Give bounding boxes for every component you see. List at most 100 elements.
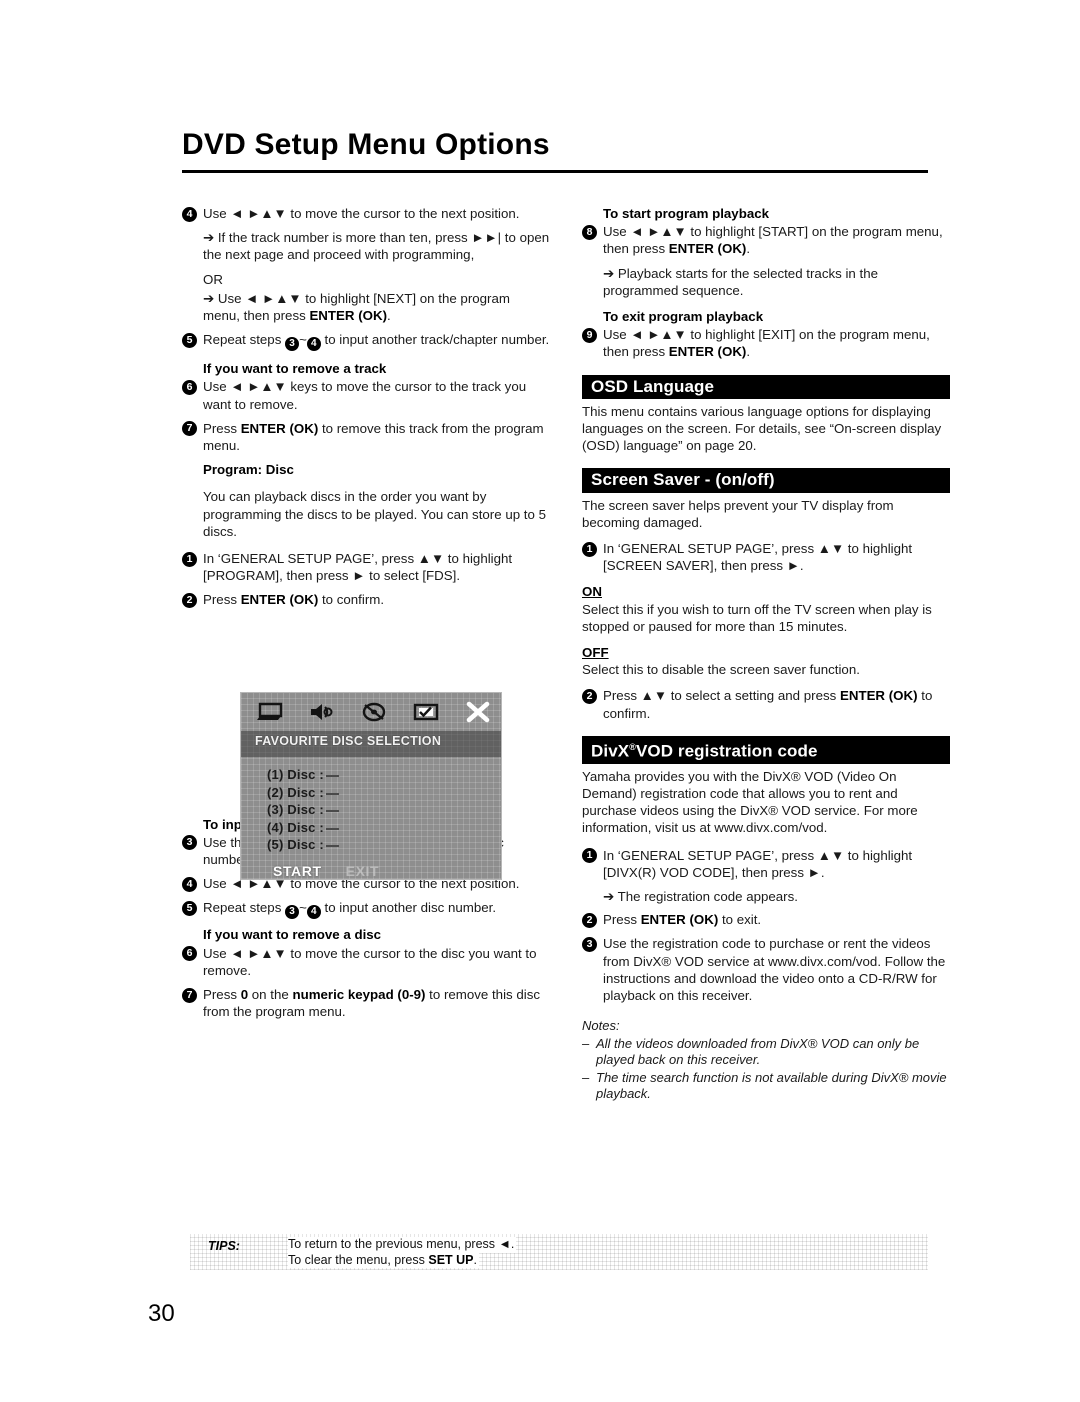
note-item: – The time search function is not availa…	[582, 1070, 950, 1103]
manual-page: DVD Setup Menu Options 4 Use ◄ ►▲▼ to mo…	[0, 0, 1080, 1402]
osd-value-blank	[325, 775, 339, 777]
note-dash: –	[582, 1035, 590, 1051]
osd-value-blank	[325, 845, 339, 847]
arrow-note-period: .	[387, 308, 391, 324]
step-bullet: 5	[182, 332, 197, 348]
option-off-body: Select this to disable the screen saver …	[582, 662, 860, 678]
step-text: Repeat steps	[203, 900, 286, 916]
step-text: Press	[203, 420, 241, 436]
osd-start-button[interactable]: START	[273, 863, 322, 879]
option-on-body: Select this if you wish to turn off the …	[582, 601, 932, 634]
enter-ok-keyword: ENTER (OK)	[240, 592, 319, 608]
page-title: DVD Setup Menu Options	[182, 128, 550, 161]
step-2-screen-saver-confirm: 2 Press ▲▼ to select a setting and press…	[582, 687, 950, 721]
step-4-arrow-1: ➔ If the track number is more than ten, …	[182, 229, 550, 263]
step-6-move-to-disc: 6 Use ◄ ►▲▼ to move the cursor to the di…	[182, 945, 550, 979]
section-body-divx-vod: Yamaha provides you with the DivX® VOD (…	[582, 768, 918, 836]
step-text: Press	[203, 987, 241, 1003]
osd-list-item[interactable]: (4) Disc :	[267, 819, 501, 837]
enter-ok-keyword: ENTER (OK)	[668, 241, 747, 257]
step-text: In ‘GENERAL SETUP PAGE’, press ▲▼ to hig…	[603, 541, 913, 574]
program-disc-body: You can playback discs in the order you …	[203, 489, 546, 539]
step-bullet: 7	[182, 421, 197, 437]
step-text: Repeat steps	[203, 332, 286, 348]
step-7-remove-track: 7 Press ENTER (OK) to remove this track …	[182, 420, 550, 454]
page-number: 30	[148, 1300, 175, 1327]
step-ref-bullet: 3	[285, 905, 300, 920]
note-text: The time search function is not availabl…	[596, 1069, 947, 1102]
osd-list-item[interactable]: (2) Disc :	[267, 784, 501, 802]
step-bullet: 7	[182, 987, 197, 1003]
option-on-label: ON	[582, 583, 950, 600]
step-1-general-setup-program: 1 In ‘GENERAL SETUP PAGE’, press ▲▼ to h…	[182, 550, 550, 584]
registered-mark-icon: ®	[629, 741, 636, 752]
step-text: Use ◄ ►▲▼ to move the cursor to the disc…	[203, 945, 537, 978]
tips-line-2: To clear the menu, press SET UP.	[288, 1252, 479, 1268]
heading-remove-disc: If you want to remove a disc	[203, 927, 382, 943]
step-bullet: 4	[182, 206, 197, 222]
osd-icon-bar	[241, 693, 501, 731]
heading-remove-track: If you want to remove a track	[203, 361, 387, 377]
step-text: Use ◄ ►▲▼ to highlight [EXIT] on the pro…	[603, 327, 930, 360]
osd-list-item[interactable]: (5) Disc :	[267, 836, 501, 854]
step-bullet: 6	[182, 946, 197, 962]
osd-disc-list: (1) Disc : (2) Disc : (3) Disc : (4) Dis…	[241, 757, 501, 854]
step-text: Use ◄ ►▲▼ keys to move the cursor to the…	[203, 379, 527, 412]
osd-list-item[interactable]: (3) Disc :	[267, 801, 501, 819]
osd-title: FAVOURITE DISC SELECTION	[241, 731, 501, 757]
option-on-text: ON	[582, 584, 602, 600]
zero-key-keyword: 0	[240, 987, 249, 1003]
step-6-move-to-track: 6 Use ◄ ►▲▼ keys to move the cursor to t…	[182, 378, 550, 412]
step-8-start-playback: 8 Use ◄ ►▲▼ to highlight [START] on the …	[582, 223, 950, 257]
right-column: To start program playback 8 Use ◄ ►▲▼ to…	[582, 205, 950, 1103]
notes-label: Notes:	[582, 1018, 620, 1034]
enter-ok-keyword: ENTER (OK)	[309, 308, 387, 324]
osd-list-item-label: (1) Disc :	[267, 767, 324, 782]
step-bullet: 4	[182, 876, 197, 892]
exit-cross-icon	[463, 700, 493, 724]
step-text: Press ▲▼ to select a setting and press	[603, 688, 840, 704]
arrow-note-text: ➔ If the track number is more than ten, …	[203, 230, 550, 263]
divx-header-pre: DivX	[591, 741, 630, 761]
osd-value-blank	[325, 810, 339, 812]
divx-header-post: VOD registration code	[635, 741, 818, 761]
step-bullet: 3	[182, 835, 197, 851]
preference-checkbox-icon	[411, 700, 441, 724]
osd-exit-button[interactable]: EXIT	[346, 863, 380, 879]
step-bullet: 8	[582, 224, 597, 240]
section-header-divx-vod: DivX®VOD registration code	[582, 735, 950, 764]
step-bullet: 9	[582, 327, 597, 343]
tips-lines: To return to the previous menu, press ◄.…	[288, 1237, 517, 1268]
tips-label: TIPS:	[208, 1239, 240, 1253]
tips-line-2-pre: To clear the menu, press	[288, 1252, 429, 1267]
note-item: – All the videos downloaded from DivX® V…	[582, 1036, 950, 1069]
step-1-divx-setup: 1 In ‘GENERAL SETUP PAGE’, press ▲▼ to h…	[582, 847, 950, 881]
step-bullet: 1	[182, 551, 197, 567]
step-text-mid: on the	[248, 987, 293, 1003]
enter-keyword: ENTER	[839, 688, 886, 704]
numeric-keypad-keyword: numeric keypad (0-9)	[292, 987, 426, 1003]
setup-keyword: SET UP	[428, 1252, 474, 1267]
step-text: Use the registration code to purchase or…	[603, 936, 946, 1003]
tips-footer: TIPS: To return to the previous menu, pr…	[190, 1234, 928, 1270]
osd-value-blank	[325, 827, 339, 830]
step-1-screen-saver-setup: 1 In ‘GENERAL SETUP PAGE’, press ▲▼ to h…	[582, 540, 950, 574]
step-text: Use ◄ ►▲▼ to highlight [START] on the pr…	[603, 224, 943, 257]
step-bullet: 2	[582, 912, 597, 928]
step-4-arrow-2: ➔ Use ◄ ►▲▼ to highlight [NEXT] on the p…	[182, 290, 550, 324]
step-text-post: .	[746, 241, 751, 257]
step-9-exit-playback: 9 Use ◄ ►▲▼ to highlight [EXIT] on the p…	[582, 326, 950, 360]
tips-line-2-post: .	[473, 1252, 477, 1267]
heading-exit-program-playback: To exit program playback	[603, 309, 764, 325]
step-ref-tilde: ~	[299, 332, 307, 348]
step-text-post: to confirm.	[318, 592, 385, 608]
osd-list-item[interactable]: (1) Disc :	[267, 766, 501, 784]
step-ref-bullet: 3	[285, 337, 300, 352]
osd-list-item-label: (4) Disc :	[267, 819, 324, 835]
osd-list-item-label: (2) Disc :	[267, 784, 324, 800]
step-5-repeat-disc: 5 Repeat steps 3 ~4 to input another disc…	[182, 899, 550, 920]
step-bullet: 2	[182, 592, 197, 608]
enter-ok-keyword: ENTER (OK)	[640, 912, 719, 928]
step-bullet: 1	[582, 848, 597, 864]
note-dash: –	[582, 1069, 590, 1085]
